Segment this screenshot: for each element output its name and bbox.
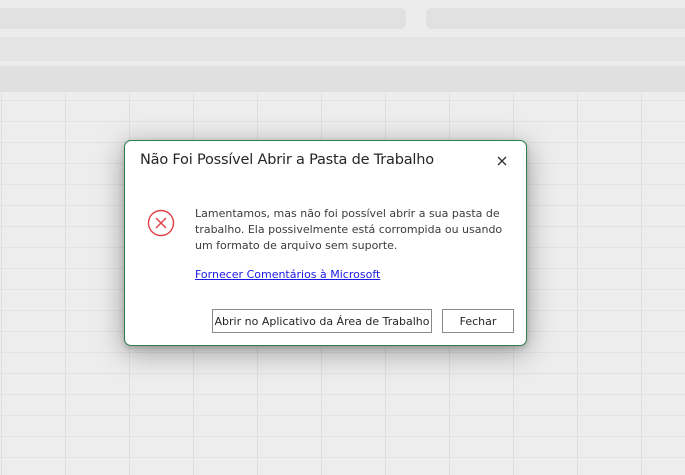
close-icon[interactable] (492, 151, 512, 171)
error-dialog: Não Foi Possível Abrir a Pasta de Trabal… (124, 140, 527, 346)
feedback-link[interactable]: Fornecer Comentários à Microsoft (195, 268, 380, 281)
error-message: Lamentamos, mas não foi possível abrir a… (195, 207, 503, 252)
close-dialog-button[interactable]: Fechar (442, 309, 514, 333)
skeleton-toolbar (0, 37, 685, 61)
skeleton-ribbon-left (0, 8, 406, 29)
error-circle-x-icon (147, 209, 175, 237)
open-in-desktop-app-button[interactable]: Abrir no Aplicativo da Área de Trabalho (212, 309, 432, 333)
skeleton-ribbon-right (426, 8, 685, 29)
skeleton-formula-bar (0, 66, 685, 92)
dialog-title: Não Foi Possível Abrir a Pasta de Trabal… (140, 152, 434, 168)
close-button[interactable] (492, 151, 512, 171)
